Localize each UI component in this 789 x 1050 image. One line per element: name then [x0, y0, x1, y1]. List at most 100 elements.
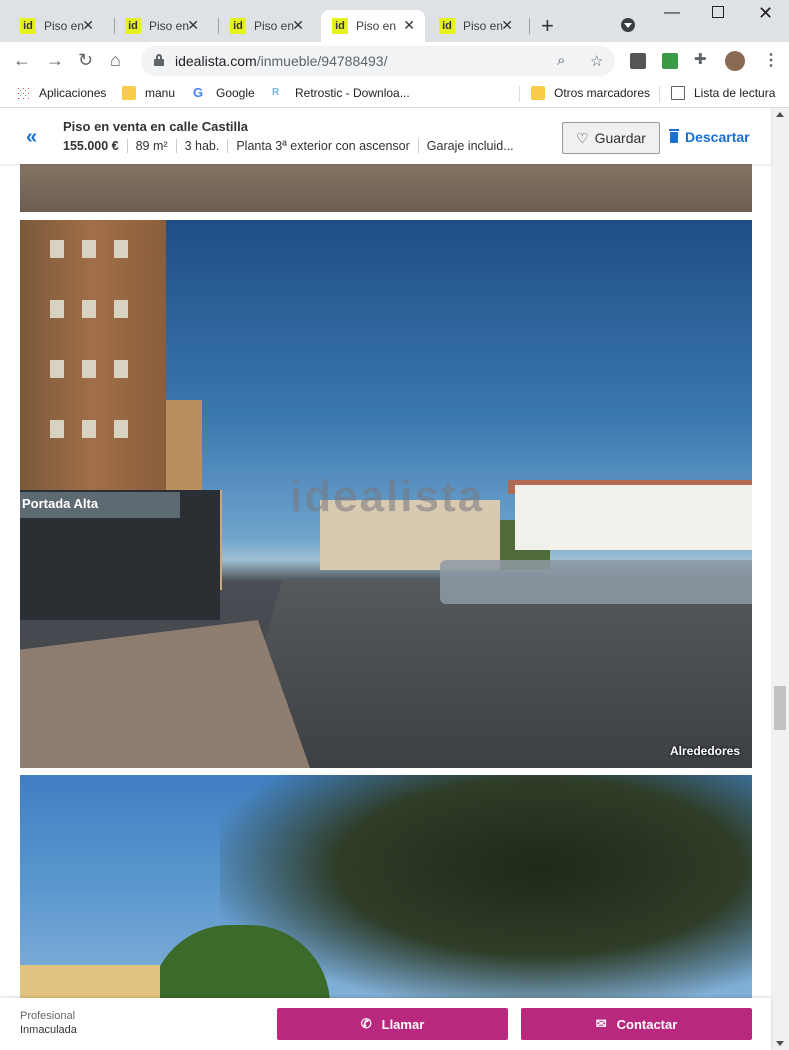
back-icon[interactable]: ← [13, 50, 31, 71]
chat-icon: ✉ [595, 1016, 607, 1031]
contact-button[interactable]: ✉ Contactar [521, 1008, 752, 1040]
reload-icon[interactable]: ↻ [78, 50, 93, 71]
listing-features: 155.000 € 89 m² 3 hab. Planta 3ª exterio… [63, 139, 522, 153]
photo-window [82, 420, 96, 438]
advertiser-type: Profesional [20, 1010, 76, 1022]
close-tab-icon[interactable]: ✕ [403, 17, 415, 34]
save-button[interactable]: ♡ Guardar [562, 122, 660, 154]
back-chevron-icon[interactable]: « [26, 126, 37, 149]
bookmark-manu[interactable]: manu [122, 86, 175, 100]
listing-title: Piso en venta en calle Castilla [63, 119, 248, 134]
call-label: Llamar [381, 1016, 425, 1032]
bookmark-reading-list[interactable]: Lista de lectura [671, 86, 775, 100]
apps-icon [16, 86, 30, 100]
bookmark-google[interactable]: G Google [193, 85, 255, 101]
tab-3[interactable]: id Piso en venta ✕ [210, 10, 314, 42]
scrollbar-thumb[interactable] [774, 686, 786, 730]
bookmark-label: Lista de lectura [694, 86, 776, 100]
trash-icon [669, 128, 679, 143]
address-bar[interactable]: idealista.com/inmueble/94788493/ ⌕ ☆ [141, 46, 615, 76]
reading-list-icon [671, 86, 685, 100]
retrostic-icon: R [272, 87, 280, 98]
tab-search-dropdown-icon[interactable] [621, 18, 635, 32]
url-text[interactable]: idealista.com/inmueble/94788493/ [175, 53, 387, 69]
idealista-favicon-icon: id [439, 18, 455, 34]
extensions-puzzle-icon[interactable]: ✚ [694, 50, 710, 68]
forward-icon[interactable]: → [46, 50, 64, 71]
lock-icon[interactable] [154, 54, 164, 66]
scroll-up-icon[interactable] [776, 112, 784, 117]
menu-kebab-icon[interactable]: ⋮ [763, 50, 779, 69]
close-tab-icon[interactable]: ✕ [82, 17, 94, 34]
photo-window [50, 420, 64, 438]
photo-window [114, 300, 128, 318]
home-icon[interactable]: ⌂ [110, 50, 121, 71]
listing-rooms: 3 hab. [175, 139, 228, 153]
extension-icon[interactable] [662, 53, 678, 69]
photo-road [230, 580, 752, 768]
bookmark-apps[interactable]: Aplicaciones [16, 86, 106, 100]
idealista-favicon-icon: id [332, 18, 348, 34]
bookmark-label: Otros marcadores [554, 86, 651, 100]
bookmark-star-icon[interactable]: ☆ [590, 52, 603, 70]
call-button[interactable]: ✆ Llamar [277, 1008, 508, 1040]
listing-floor: Planta 3ª exterior con ascensor [227, 139, 417, 153]
folder-icon [122, 86, 136, 100]
scrollbar[interactable] [771, 108, 789, 1050]
idealista-favicon-icon: id [230, 18, 246, 34]
listing-photo[interactable]: Portada Alta idealista Alrededores [20, 220, 752, 768]
photo-window [50, 360, 64, 378]
save-label: Guardar [594, 130, 646, 146]
tab-strip: id Piso en venta ✕ id Piso en venta ✕ id… [0, 0, 789, 42]
browser-toolbar: ← → ↻ ⌂ idealista.com/inmueble/94788493/… [0, 42, 789, 80]
photo-building [515, 485, 752, 550]
tab-title: Piso en venta [44, 19, 86, 33]
zoom-icon[interactable]: ⌕ [557, 52, 565, 69]
maximize-icon[interactable] [712, 6, 724, 18]
photo-sign-text: Portada Alta [22, 496, 99, 511]
extension-icon[interactable] [630, 53, 646, 69]
photo-cars [440, 560, 752, 604]
tab-title: Piso en venta [463, 19, 505, 33]
bookmark-label: Google [216, 86, 255, 100]
close-tab-icon[interactable]: ✕ [187, 17, 199, 34]
tab-title: Piso en venta [254, 19, 296, 33]
tab-5[interactable]: id Piso en venta ✕ [419, 10, 523, 42]
photo-caption: Alrededores [669, 744, 740, 758]
tab-title: Piso en venta [356, 19, 398, 33]
photo-window [82, 360, 96, 378]
idealista-watermark: idealista [290, 472, 485, 521]
discard-label: Descartar [685, 129, 750, 145]
photo-window [82, 300, 96, 318]
listing-photo[interactable] [20, 775, 752, 1005]
tab-2[interactable]: id Piso en venta ✕ [105, 10, 209, 42]
listing-garage: Garaje incluid... [417, 139, 522, 153]
scroll-down-icon[interactable] [776, 1041, 784, 1046]
photo-window [114, 420, 128, 438]
close-window-icon[interactable]: ✕ [758, 3, 773, 24]
listing-price: 155.000 € [63, 139, 119, 153]
bookmarks-bar: Aplicaciones manu G Google R Retrostic -… [0, 80, 789, 108]
photo-window [50, 300, 64, 318]
minimize-icon[interactable]: — [664, 4, 680, 22]
tab-4-active[interactable]: id Piso en venta ✕ [321, 10, 425, 42]
contact-bar: Profesional Inmaculada ✆ Llamar ✉ Contac… [0, 998, 771, 1050]
close-tab-icon[interactable]: ✕ [501, 17, 513, 34]
photo-window [114, 240, 128, 258]
bookmark-other[interactable]: Otros marcadores [531, 86, 650, 100]
tab-1[interactable]: id Piso en venta ✕ [0, 10, 104, 42]
avatar[interactable] [725, 51, 745, 71]
heart-icon: ♡ [576, 129, 589, 146]
photo-window [50, 240, 64, 258]
new-tab-icon[interactable]: + [541, 13, 554, 39]
discard-button[interactable]: Descartar [669, 128, 750, 145]
folder-icon [531, 86, 545, 100]
bookmark-retrostic[interactable]: R Retrostic - Downloa... [272, 86, 410, 100]
page-viewport: « Piso en venta en calle Castilla 155.00… [0, 108, 789, 1050]
bookmark-separator [519, 86, 520, 102]
close-tab-icon[interactable]: ✕ [292, 17, 304, 34]
contact-label: Contactar [616, 1016, 678, 1032]
tab-title: Piso en venta [149, 19, 191, 33]
idealista-favicon-icon: id [125, 18, 141, 34]
google-icon: G [193, 85, 204, 100]
